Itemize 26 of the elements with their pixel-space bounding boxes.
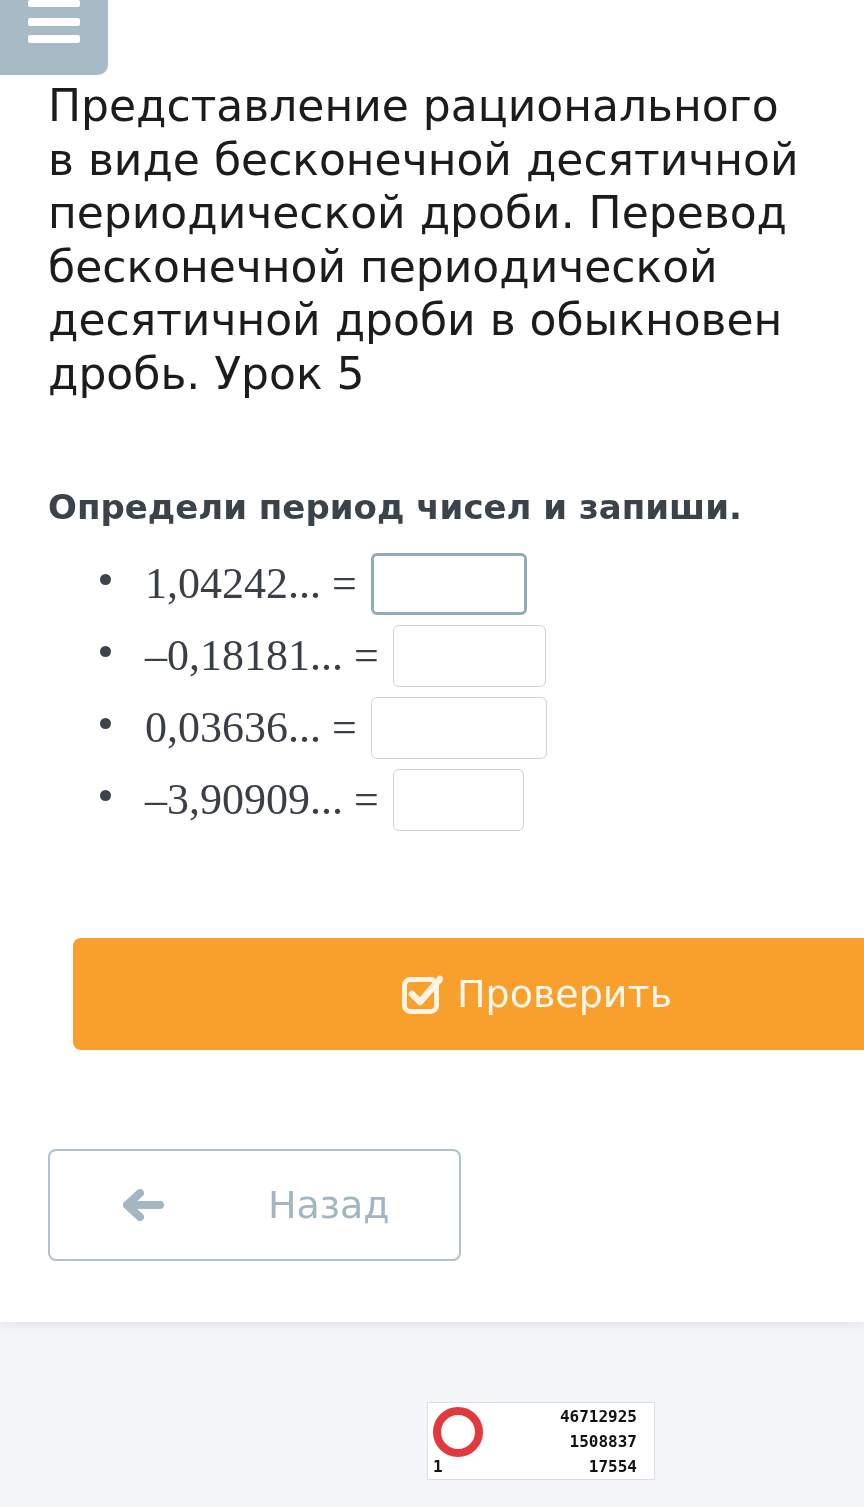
check-button[interactable]: Проверить: [73, 938, 864, 1050]
math-expression: 0,03636... =: [145, 702, 357, 754]
counter-number: 1508837: [569, 1432, 637, 1452]
math-expression: –0,18181... =: [145, 630, 379, 682]
lesson-title: Представление рационального в виде бесконечной десятичной периодической дроби. Перевод бесконечной периодической десятичной дроби в обыкновен дробь. Урок 5: [48, 79, 799, 400]
counter-number: 46712925: [559, 1407, 637, 1427]
bullet-icon: [100, 645, 111, 657]
counter-badge[interactable]: 1 46712925 1508837 17554: [427, 1402, 655, 1480]
arrow-left-icon: [123, 1189, 164, 1221]
back-button[interactable]: Назад: [48, 1149, 461, 1261]
counter-mark: 1: [433, 1457, 443, 1477]
answer-field[interactable]: [392, 769, 524, 831]
answer-field[interactable]: [392, 625, 546, 687]
bullet-icon: [100, 573, 111, 585]
menu-icon: [28, 0, 80, 43]
math-expression: –3,90909... =: [145, 774, 379, 826]
ring-icon: [433, 1407, 483, 1457]
counter-number: 17554: [588, 1457, 637, 1477]
task-prompt: Определи период чисел и запиши.: [48, 486, 742, 528]
menu-button[interactable]: [0, 0, 108, 75]
bullet-icon: [100, 789, 111, 801]
answer-field[interactable]: [370, 553, 527, 615]
checkbox-tick-icon: [402, 974, 443, 1014]
bullet-icon: [100, 717, 111, 729]
math-expression: 1,04242... =: [145, 558, 357, 610]
answer-field[interactable]: [370, 697, 547, 759]
